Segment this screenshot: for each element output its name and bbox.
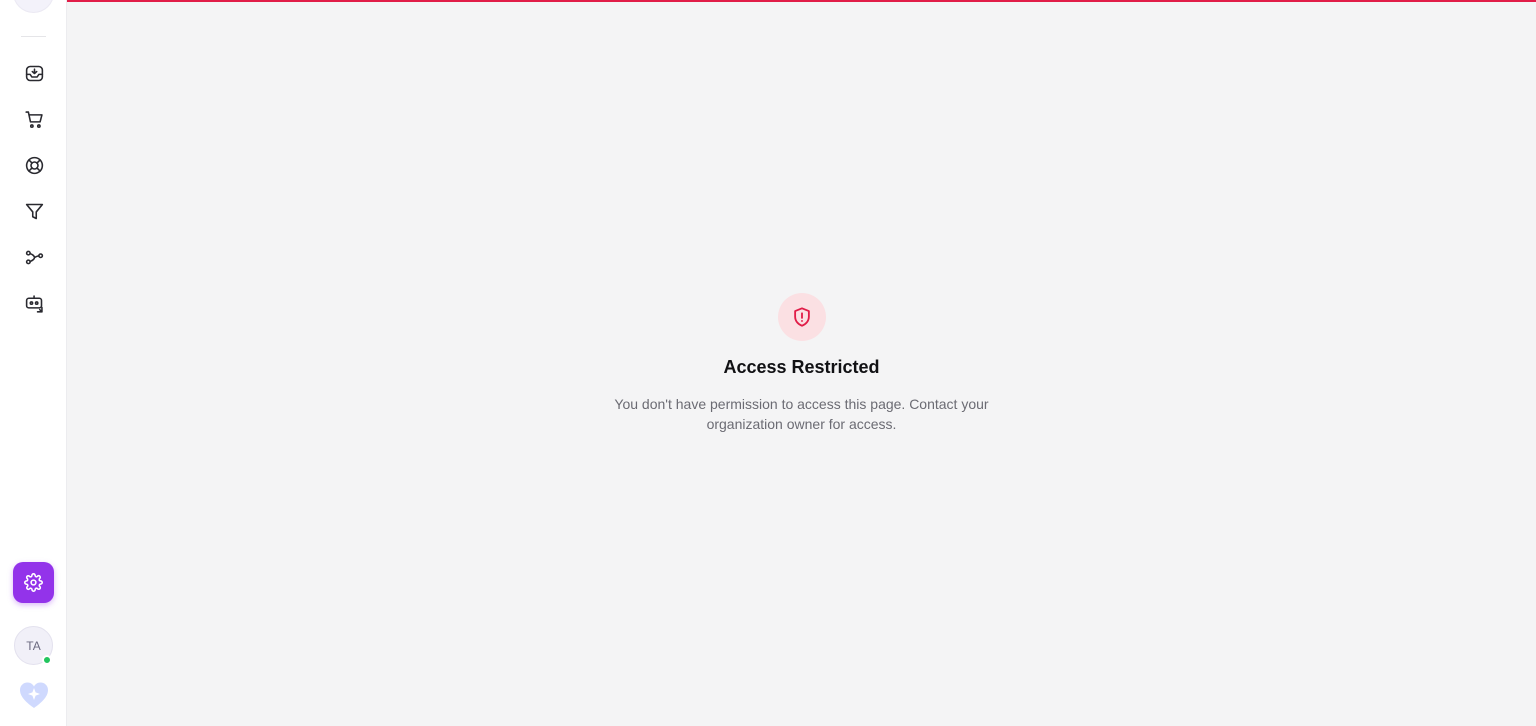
- sidebar-item-workflows[interactable]: [14, 239, 54, 275]
- workflow-nodes-icon: [25, 250, 43, 264]
- sidebar-item-cart[interactable]: [14, 101, 54, 137]
- sparkle-heart-icon: [20, 682, 48, 708]
- sidebar-item-bot[interactable]: [14, 285, 54, 321]
- lifebuoy-icon: [25, 156, 43, 174]
- page-title: Access Restricted: [723, 357, 880, 377]
- shield-alert-icon: [793, 307, 810, 327]
- access-restricted-panel: Access Restricted You don't have permiss…: [67, 293, 1536, 434]
- online-status-dot: [42, 655, 52, 665]
- main-content: Access Restricted You don't have permiss…: [67, 2, 1536, 726]
- sidebar-item-inbox[interactable]: [14, 55, 54, 91]
- sidebar-item-support[interactable]: [14, 147, 54, 183]
- sidebar-item-filter[interactable]: [14, 193, 54, 229]
- bot-icon: [25, 294, 43, 313]
- avatar-initials: TA: [26, 638, 41, 653]
- filter-icon: [25, 203, 43, 219]
- sidebar: TA: [0, 0, 67, 726]
- restriction-message: You don't have permission to access this…: [614, 396, 989, 432]
- workspace-logo[interactable]: [13, 0, 54, 13]
- ai-assistant-button[interactable]: [16, 678, 52, 712]
- inbox-download-icon: [25, 65, 43, 81]
- settings-button[interactable]: [13, 562, 54, 603]
- shield-badge: [777, 293, 826, 341]
- sidebar-divider: [21, 36, 46, 37]
- shopping-cart-icon: [24, 110, 43, 128]
- gear-icon: [24, 573, 43, 592]
